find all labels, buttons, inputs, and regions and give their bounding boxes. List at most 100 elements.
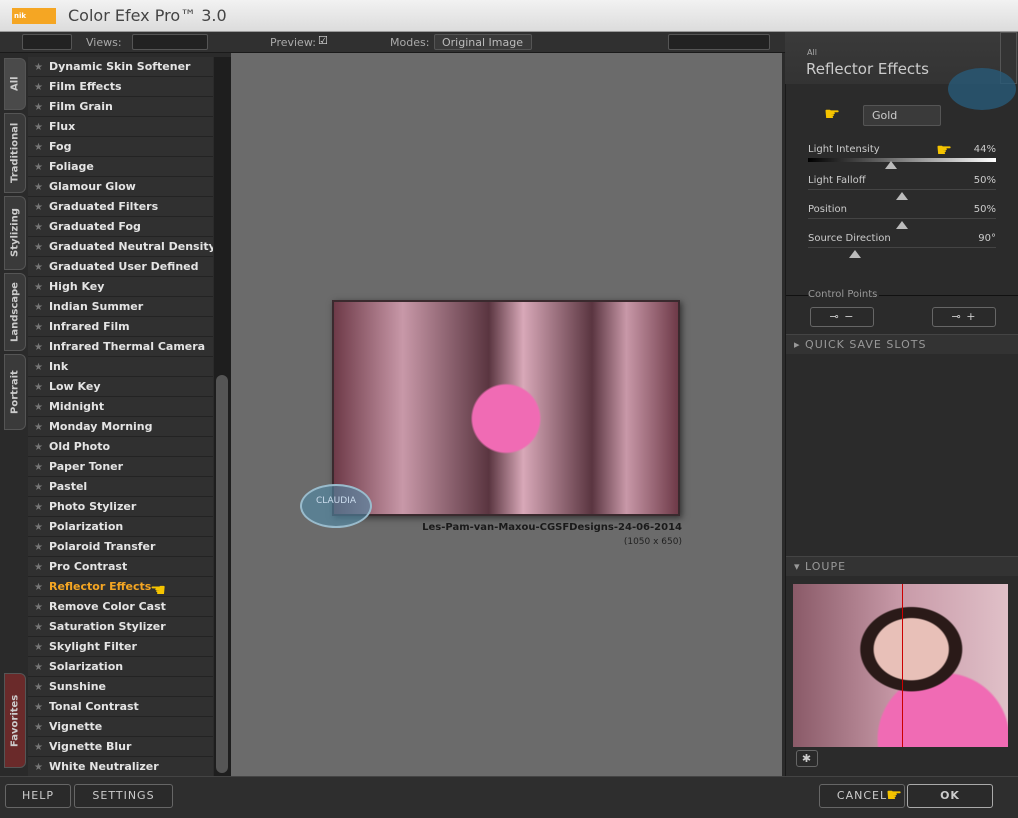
favorite-star-icon[interactable]: ★ [34,422,43,433]
filter-item[interactable]: ★ Polarization [28,517,213,537]
filter-item[interactable]: ★ Infrared Thermal Camera [28,337,213,357]
favorite-star-icon[interactable]: ★ [34,62,43,73]
favorite-star-icon[interactable]: ★ [34,562,43,573]
favorite-star-icon[interactable]: ★ [34,82,43,93]
filter-item[interactable]: ★ Ink [28,357,213,377]
filter-item[interactable]: ★ Infrared Film [28,317,213,337]
slider-track[interactable] [808,247,996,248]
tab-landscape[interactable]: Landscape [4,273,26,351]
filter-item[interactable]: ★ Vignette [28,717,213,737]
tab-portrait[interactable]: Portrait [4,354,26,430]
filter-item[interactable]: ★ Film Grain [28,97,213,117]
filter-item[interactable]: ★ Dynamic Skin Softener [28,57,213,77]
filter-item[interactable]: ★ Solarization [28,657,213,677]
filter-item[interactable]: ★ Foliage [28,157,213,177]
slider-track[interactable] [808,218,996,219]
favorite-star-icon[interactable]: ★ [34,102,43,113]
view-mode-toggle[interactable] [22,34,72,50]
preview-checkbox[interactable]: ☑ [318,34,328,47]
favorite-star-icon[interactable]: ★ [34,342,43,353]
slider-handle[interactable] [884,161,897,169]
scrollbar-thumb[interactable] [216,375,228,773]
loupe-pin-icon[interactable]: ✱ [796,750,818,767]
quick-save-slots-header[interactable]: ▸ QUICK SAVE SLOTS [786,334,1018,354]
favorite-star-icon[interactable]: ★ [34,642,43,653]
filter-item[interactable]: ★ Midnight [28,397,213,417]
favorite-star-icon[interactable]: ★ [34,662,43,673]
favorite-star-icon[interactable]: ★ [34,322,43,333]
filter-item[interactable]: ★ Old Photo [28,437,213,457]
tool-buttons[interactable] [668,34,770,50]
filter-item[interactable]: ★ Flux [28,117,213,137]
filter-item[interactable]: ★ Saturation Stylizer [28,617,213,637]
tab-stylizing[interactable]: Stylizing [4,196,26,270]
favorite-star-icon[interactable]: ★ [34,742,43,753]
filter-item[interactable]: ★ Film Effects [28,77,213,97]
filter-item[interactable]: ★ Sunshine [28,677,213,697]
favorite-star-icon[interactable]: ★ [34,682,43,693]
favorite-star-icon[interactable]: ★ [34,522,43,533]
filter-item[interactable]: ★ Monday Morning [28,417,213,437]
filter-item[interactable]: ★ Glamour Glow [28,177,213,197]
filter-item[interactable]: ★ Polaroid Transfer [28,537,213,557]
favorite-star-icon[interactable]: ★ [34,162,43,173]
slider-handle[interactable] [896,221,908,229]
filter-item[interactable]: ★ Graduated Neutral Density [28,237,213,257]
tab-traditional[interactable]: Traditional [4,113,26,193]
filter-item[interactable]: ★ Pastel [28,477,213,497]
tab-all[interactable]: All [4,58,26,110]
favorite-star-icon[interactable]: ★ [34,502,43,513]
filter-item[interactable]: ★ White Neutralizer [28,757,213,776]
favorite-star-icon[interactable]: ★ [34,722,43,733]
filter-item[interactable]: ★ Skylight Filter [28,637,213,657]
favorite-star-icon[interactable]: ★ [34,362,43,373]
slider-track[interactable] [808,158,996,162]
filter-item[interactable]: ★ Tonal Contrast [28,697,213,717]
favorite-star-icon[interactable]: ★ [34,542,43,553]
favorite-star-icon[interactable]: ★ [34,122,43,133]
favorite-star-icon[interactable]: ★ [34,762,43,773]
favorite-star-icon[interactable]: ★ [34,282,43,293]
slider-handle[interactable] [896,192,908,200]
remove-control-point-button[interactable]: ⊸ − [810,307,874,327]
slider-track[interactable] [808,189,996,190]
filter-item[interactable]: ★ Remove Color Cast [28,597,213,617]
settings-button[interactable]: SETTINGS [74,784,173,808]
favorite-star-icon[interactable]: ★ [34,202,43,213]
filter-item[interactable]: ★ Reflector Effects [28,577,213,597]
tab-favorites[interactable]: Favorites [4,673,26,768]
favorite-star-icon[interactable]: ★ [34,182,43,193]
add-control-point-button[interactable]: ⊸ + [932,307,996,327]
modes-dropdown[interactable]: Original Image [434,34,532,50]
filter-item[interactable]: ★ Photo Stylizer [28,497,213,517]
favorite-star-icon[interactable]: ★ [34,702,43,713]
ok-button[interactable]: OK [907,784,993,808]
favorite-star-icon[interactable]: ★ [34,402,43,413]
favorite-star-icon[interactable]: ★ [34,442,43,453]
filter-item[interactable]: ★ Graduated User Defined [28,257,213,277]
favorite-star-icon[interactable]: ★ [34,602,43,613]
favorite-star-icon[interactable]: ★ [34,302,43,313]
preset-dropdown[interactable]: Gold [863,105,941,126]
favorite-star-icon[interactable]: ★ [34,622,43,633]
preview-image[interactable] [332,300,680,516]
loupe-header[interactable]: ▾ LOUPE [786,556,1018,576]
filter-item[interactable]: ★ Paper Toner [28,457,213,477]
filter-item[interactable]: ★ Pro Contrast [28,557,213,577]
filter-item[interactable]: ★ Graduated Fog [28,217,213,237]
slider-handle[interactable] [849,250,861,258]
filter-item[interactable]: ★ Indian Summer [28,297,213,317]
favorite-star-icon[interactable]: ★ [34,262,43,273]
filter-item[interactable]: ★ Graduated Filters [28,197,213,217]
favorite-star-icon[interactable]: ★ [34,482,43,493]
favorite-star-icon[interactable]: ★ [34,242,43,253]
favorite-star-icon[interactable]: ★ [34,382,43,393]
filter-item[interactable]: ★ High Key [28,277,213,297]
filter-item[interactable]: ★ Low Key [28,377,213,397]
help-button[interactable]: HELP [5,784,71,808]
filter-item[interactable]: ★ Vignette Blur [28,737,213,757]
favorite-star-icon[interactable]: ★ [34,462,43,473]
filter-item[interactable]: ★ Fog [28,137,213,157]
views-selector[interactable] [132,34,208,50]
favorite-star-icon[interactable]: ★ [34,582,43,593]
